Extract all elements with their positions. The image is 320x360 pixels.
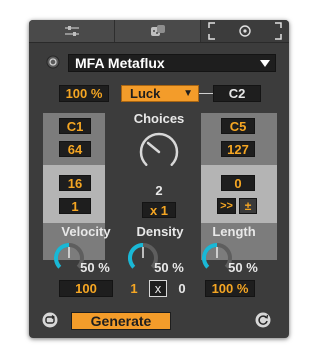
left-upper-field[interactable]: 16: [59, 175, 91, 191]
density-right-value[interactable]: 0: [175, 281, 189, 296]
amount-field[interactable]: 100 %: [59, 85, 109, 102]
velocity-value-field[interactable]: 100: [59, 280, 113, 297]
generate-button[interactable]: Generate: [71, 312, 171, 330]
velocity-label: Velocity: [61, 224, 111, 239]
length-label: Length: [212, 224, 256, 239]
choices-label: Choices: [133, 111, 185, 126]
density-left-value[interactable]: 1: [127, 281, 141, 296]
sliders-icon: [64, 26, 79, 36]
multiplier-field[interactable]: x 1: [142, 202, 176, 218]
generate-label: Generate: [90, 313, 152, 329]
mode-arrow: ▼: [183, 88, 193, 99]
left-panel-highlight: [43, 165, 105, 223]
low-note-field[interactable]: C1: [59, 118, 91, 134]
choices-value: 2: [155, 183, 163, 198]
metaflux-device: MFA Metaflux 100 % Luck ▼ C2 C1 64 16 1 …: [29, 20, 289, 338]
high-note-field[interactable]: C5: [221, 118, 255, 134]
mode-dropdown[interactable]: Luck ▼: [121, 85, 199, 102]
loop-icon[interactable]: [42, 312, 58, 328]
preset-name: MFA Metaflux: [75, 55, 165, 71]
low-value-field[interactable]: 64: [59, 141, 91, 157]
tab-focus[interactable]: [201, 20, 289, 42]
preset-dropdown[interactable]: MFA Metaflux: [68, 54, 276, 72]
focus-target-icon: [208, 22, 282, 40]
mode-label: Luck: [130, 86, 161, 101]
dice-icon: [150, 25, 165, 36]
density-label: Density: [136, 224, 184, 239]
left-lower-field[interactable]: 1: [59, 198, 91, 214]
length-percent: 50 %: [228, 260, 258, 275]
velocity-percent: 50 %: [80, 260, 110, 275]
tab-sliders[interactable]: [29, 20, 115, 42]
refresh-icon[interactable]: [255, 312, 271, 328]
target-note-field[interactable]: C2: [213, 85, 261, 102]
density-toggle[interactable]: x: [149, 280, 167, 297]
choices-knob[interactable]: [137, 130, 181, 174]
density-percent: 50 %: [154, 260, 184, 275]
forward-button[interactable]: >>: [217, 198, 236, 214]
connector-line: [199, 93, 213, 94]
right-upper-field[interactable]: 0: [221, 175, 255, 191]
plus-minus-button[interactable]: ±: [239, 198, 257, 214]
power-icon[interactable]: [46, 55, 60, 69]
chevron-down-icon: [260, 60, 270, 67]
high-value-field[interactable]: 127: [221, 141, 255, 157]
tab-dice[interactable]: [115, 20, 201, 42]
length-value-field[interactable]: 100 %: [205, 280, 255, 297]
right-panel-highlight: [201, 165, 277, 223]
